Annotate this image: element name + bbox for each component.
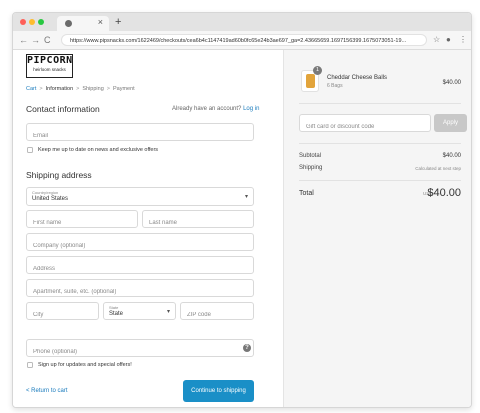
order-summary: 1 Cheddar Cheese Balls 6 Bags $40.00 App… [283,50,471,407]
first-name-input[interactable] [27,215,137,231]
email-field[interactable] [26,123,254,144]
country-label: Country/region [32,190,59,195]
state-value: State [109,311,124,317]
discount-input[interactable] [300,119,430,135]
browser-window: × + ← → C https://www.pipsnacks.com/1622… [12,12,472,408]
updates-checkbox[interactable] [27,362,33,368]
first-name-field[interactable] [26,210,138,231]
breadcrumb-information: Information [45,86,74,92]
checkout-page: PIPCORN heirloom snacks Cart > Information… [13,50,471,407]
apply-button[interactable]: Apply [434,114,467,132]
chevron-down-icon: ▾ [166,309,170,315]
maximize-window-dot[interactable] [38,19,44,25]
last-name-field[interactable] [142,210,254,231]
breadcrumb-separator: > [39,86,43,92]
zip-field[interactable] [180,302,254,323]
total-value: $40.00 [427,187,461,199]
url-field[interactable]: https://www.pipsnacks.com/1622469/checko… [61,34,427,46]
menu-icon[interactable]: ⋮ [459,34,467,46]
breadcrumb-payment: Payment [112,86,135,92]
store-logo[interactable]: PIPCORN heirloom snacks [26,54,73,78]
snack-bag-icon [306,74,315,88]
address-bar: ← → C https://www.pipsnacks.com/1622469/… [13,31,471,50]
close-window-dot[interactable] [20,19,26,25]
total-label: Total [299,190,314,197]
breadcrumb: Cart > Information > Shipping > Payment [26,86,135,92]
breadcrumb-shipping: Shipping [82,86,104,92]
chevron-down-icon: ▾ [244,194,248,200]
email-input[interactable] [27,128,253,144]
return-to-cart-link[interactable]: < Return to cart [26,388,68,394]
breadcrumb-separator: > [76,86,80,92]
discount-field[interactable] [299,114,431,135]
logo-tagline: heirloom snacks [33,67,66,72]
country-value: United States [32,196,69,202]
profile-icon[interactable]: ● [446,34,451,46]
subtotal-value: $40.00 [442,153,461,159]
product-variant: 6 Bags [327,83,343,89]
contact-title: Contact information [26,104,100,114]
city-input[interactable] [27,307,98,323]
reload-icon[interactable]: C [44,34,51,46]
favicon-icon [65,20,72,27]
updates-label: Sign up for updates and special offers! [38,362,132,368]
have-account-prompt: Already have an account? Log in [172,106,259,112]
newsletter-label: Keep me up to date on news and exclusive… [38,147,159,153]
have-account-text: Already have an account? [172,106,242,112]
continue-to-shipping-button[interactable]: Continue to shipping [183,380,254,402]
divider [299,143,461,144]
bookmark-star-icon[interactable]: ☆ [433,34,440,46]
product-price: $40.00 [442,80,461,86]
zip-input[interactable] [181,307,253,323]
product-name: Cheddar Cheese Balls [327,75,388,81]
browser-tab[interactable]: × [57,16,109,31]
breadcrumb-separator: > [106,86,110,92]
company-input[interactable] [27,238,253,254]
subtotal-label: Subtotal [299,153,322,159]
tab-close-icon[interactable]: × [98,17,103,27]
shipping-title: Shipping address [26,170,92,180]
login-link[interactable]: Log in [243,106,259,112]
help-icon[interactable]: ? [243,344,251,352]
shipping-value: Calculated at next step [415,166,461,171]
minimize-window-dot[interactable] [29,19,35,25]
city-field[interactable] [26,302,99,323]
state-label: State [109,305,119,310]
quantity-badge: 1 [313,66,322,75]
apartment-field[interactable] [26,279,254,300]
forward-arrow-icon[interactable]: → [31,34,40,46]
breadcrumb-cart[interactable]: Cart [26,86,36,92]
logo-wordmark: PIPCORN [27,55,73,66]
country-select[interactable]: Country/region United States ▾ [26,187,254,206]
back-arrow-icon[interactable]: ← [19,34,28,46]
shipping-label: Shipping [299,165,323,171]
newsletter-checkbox[interactable] [27,147,33,153]
address-input[interactable] [27,261,253,277]
last-name-input[interactable] [143,215,253,231]
company-field[interactable] [26,233,254,254]
address-field[interactable] [26,256,254,277]
browser-tab-bar: × + [13,13,471,31]
apartment-input[interactable] [27,284,253,300]
divider [299,180,461,181]
checkout-main: PIPCORN heirloom snacks Cart > Information… [13,50,283,407]
divider [299,103,461,104]
new-tab-button[interactable]: + [115,16,121,28]
phone-input[interactable] [27,344,253,360]
state-select[interactable]: State State ▾ [103,302,176,320]
phone-field[interactable] [26,339,254,360]
